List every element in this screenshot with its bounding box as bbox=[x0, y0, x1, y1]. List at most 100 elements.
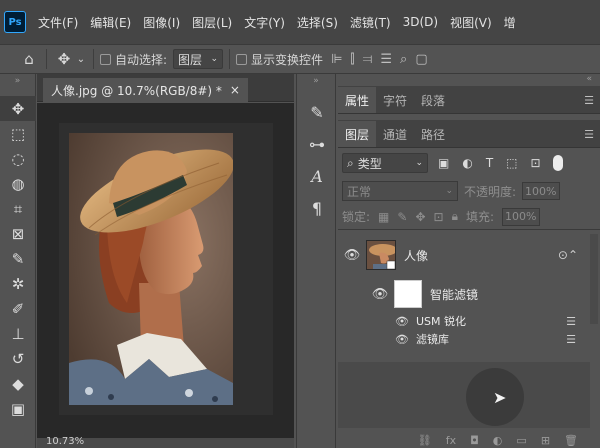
layer-thumbnail bbox=[366, 240, 396, 270]
eraser-tool-icon[interactable]: ◆ bbox=[0, 371, 36, 396]
menu-3d[interactable]: 3D(D) bbox=[403, 15, 438, 29]
trash-icon[interactable]: 🗑︎ bbox=[564, 434, 578, 447]
search-icon: ⌕ bbox=[347, 155, 354, 170]
panel-menu-icon[interactable]: ☰ bbox=[584, 94, 594, 107]
window-icon[interactable]: ▢ bbox=[415, 52, 427, 67]
zoom-status[interactable]: 10.73% bbox=[46, 436, 84, 447]
eye-icon[interactable]: 👁︎ bbox=[338, 248, 366, 263]
menu-filter[interactable]: 滤镜(T) bbox=[350, 14, 391, 31]
home-icon[interactable]: ⌂ bbox=[18, 50, 40, 68]
eyedropper-tool-icon[interactable]: ✎ bbox=[0, 246, 36, 271]
lock-all-icon[interactable]: 🔒︎ bbox=[452, 209, 458, 224]
canvas-area[interactable] bbox=[37, 103, 294, 438]
portrait-illustration bbox=[69, 133, 233, 405]
menu-type[interactable]: 文字(Y) bbox=[244, 14, 285, 31]
quick-select-tool-icon[interactable]: ◍ bbox=[0, 171, 36, 196]
menu-view[interactable]: 视图(V) bbox=[450, 14, 492, 31]
search-icon[interactable]: ⌕ bbox=[400, 52, 407, 67]
document-tab[interactable]: 人像.jpg @ 10.7%(RGB/8#) * × bbox=[43, 78, 248, 102]
adjust-sliders-icon[interactable]: ⊶ bbox=[297, 128, 337, 160]
lasso-tool-icon[interactable]: ◌ bbox=[0, 146, 36, 171]
stamp-tool-icon[interactable]: ⊥ bbox=[0, 321, 36, 346]
align-right-icon[interactable]: ⫤ bbox=[363, 52, 373, 67]
filter-name: 滤镜库 bbox=[416, 333, 449, 346]
healing-tool-icon[interactable]: ✲ bbox=[0, 271, 36, 296]
filter-blending-icon[interactable]: ☰ bbox=[566, 315, 576, 328]
menu-edit[interactable]: 编辑(E) bbox=[90, 14, 131, 31]
fill-field[interactable]: 100% bbox=[502, 207, 541, 226]
shape-filter-icon[interactable]: ⬚ bbox=[506, 156, 517, 170]
layer-filter-dropdown[interactable]: ⌕ 类型 ⌄ bbox=[342, 153, 428, 173]
history-brush-tool-icon[interactable]: ↺ bbox=[0, 346, 36, 371]
adjustment-layer-icon[interactable]: ◐ bbox=[493, 434, 503, 447]
crop-tool-icon[interactable]: ⌗ bbox=[0, 196, 36, 221]
image-filter-icon[interactable]: ▣ bbox=[438, 156, 449, 170]
blend-mode-dropdown[interactable]: 正常 ⌄ bbox=[342, 181, 458, 201]
collapse-icon[interactable]: » bbox=[0, 74, 35, 96]
tab-layers[interactable]: 图层 bbox=[338, 121, 377, 147]
menu-bar: Ps 文件(F) 编辑(E) 图像(I) 图层(L) 文字(Y) 选择(S) 滤… bbox=[0, 0, 600, 44]
brush-tool-icon[interactable]: ✐ bbox=[0, 296, 36, 321]
character-icon[interactable]: A bbox=[297, 160, 337, 192]
close-icon[interactable]: × bbox=[230, 83, 240, 97]
paragraph-icon[interactable]: ¶ bbox=[297, 192, 337, 224]
menu-file[interactable]: 文件(F) bbox=[38, 14, 78, 31]
filter-mask-thumbnail[interactable] bbox=[394, 280, 422, 308]
brush-settings-icon[interactable]: ✎ bbox=[297, 96, 337, 128]
layer-list: 👁︎ 人像 ⊙⌃ 👁︎ 智能滤镜 👁︎ USM 锐化 ☰ 👁︎ 滤镜库 ☰ bbox=[338, 230, 600, 352]
tab-channels[interactable]: 通道 bbox=[376, 121, 414, 147]
panel-menu-icon[interactable]: ☰ bbox=[584, 128, 594, 141]
new-layer-icon[interactable]: ⊞ bbox=[541, 434, 550, 447]
lock-paint-icon[interactable]: ✎ bbox=[397, 210, 407, 224]
eye-icon[interactable]: 👁︎ bbox=[394, 315, 410, 328]
show-transform-checkbox[interactable] bbox=[236, 53, 248, 65]
distribute-icon[interactable]: ☰ bbox=[380, 52, 392, 67]
align-left-icon[interactable]: ⊫ bbox=[331, 52, 342, 67]
smart-filter-options-icon[interactable]: ⊙⌃ bbox=[558, 248, 578, 262]
lock-artboard-icon[interactable]: ⊡ bbox=[434, 210, 444, 224]
menu-image[interactable]: 图像(I) bbox=[143, 14, 180, 31]
frame-tool-icon[interactable]: ⊠ bbox=[0, 221, 36, 246]
move-tool-icon[interactable]: ✥ bbox=[0, 96, 36, 121]
collapse-icon[interactable]: « bbox=[338, 74, 600, 86]
gradient-tool-icon[interactable]: ▣ bbox=[0, 396, 36, 421]
menu-select[interactable]: 选择(S) bbox=[297, 14, 338, 31]
layers-bottom-bar: ⛓︎ fx ◘ ◐ ▭ ⊞ 🗑︎ bbox=[338, 432, 590, 448]
fx-icon[interactable]: fx bbox=[446, 434, 456, 447]
opacity-field[interactable]: 100% bbox=[522, 182, 561, 200]
menu-layer[interactable]: 图层(L) bbox=[192, 14, 232, 31]
marquee-tool-icon[interactable]: ⬚ bbox=[0, 121, 36, 146]
collapse-icon[interactable]: » bbox=[297, 74, 335, 96]
filter-toggle[interactable] bbox=[552, 155, 563, 171]
tab-paths[interactable]: 路径 bbox=[414, 121, 452, 147]
filter-blending-icon[interactable]: ☰ bbox=[566, 333, 576, 346]
smart-object-filter-icon[interactable]: ⊡ bbox=[531, 156, 541, 170]
group-folder-icon[interactable]: ▭ bbox=[516, 434, 526, 447]
type-filter-icon[interactable]: T bbox=[486, 156, 493, 170]
tab-character[interactable]: 字符 bbox=[376, 87, 414, 113]
filter-item[interactable]: 👁︎ 滤镜库 ☰ bbox=[338, 330, 586, 348]
tab-properties[interactable]: 属性 bbox=[338, 87, 377, 113]
lock-position-icon[interactable]: ✥ bbox=[415, 210, 425, 224]
eye-icon[interactable]: 👁︎ bbox=[394, 333, 410, 346]
chevron-down-icon[interactable]: ⌄ bbox=[75, 54, 87, 65]
layers-scrollbar[interactable] bbox=[590, 234, 598, 324]
move-icon[interactable]: ✥ bbox=[53, 50, 75, 68]
filter-item[interactable]: 👁︎ USM 锐化 ☰ bbox=[338, 312, 586, 330]
tab-paragraph[interactable]: 段落 bbox=[414, 87, 452, 113]
chevron-down-icon: ⌄ bbox=[415, 158, 423, 168]
eye-icon[interactable]: 👁︎ bbox=[366, 287, 394, 302]
lock-pixels-icon[interactable]: ▦ bbox=[378, 210, 389, 224]
layers-empty-area[interactable]: ➤ bbox=[338, 362, 590, 428]
align-center-icon[interactable]: ⫿ bbox=[350, 52, 354, 67]
auto-select-checkbox[interactable] bbox=[100, 53, 111, 65]
collapsed-panel-strip: » ✎ ⊶ A ¶ bbox=[296, 74, 336, 448]
adjustment-filter-icon[interactable]: ◐ bbox=[462, 156, 472, 170]
layer-name[interactable]: 人像 bbox=[404, 247, 428, 264]
auto-select-dropdown[interactable]: 图层 ⌄ bbox=[173, 49, 224, 69]
smart-filter-row[interactable]: 👁︎ 智能滤镜 bbox=[338, 276, 586, 312]
link-layers-icon[interactable]: ⛓︎ bbox=[418, 434, 432, 447]
menu-enhance[interactable]: 增 bbox=[504, 14, 516, 31]
layer-row[interactable]: 👁︎ 人像 ⊙⌃ bbox=[338, 234, 586, 276]
add-mask-icon[interactable]: ◘ bbox=[470, 434, 479, 447]
